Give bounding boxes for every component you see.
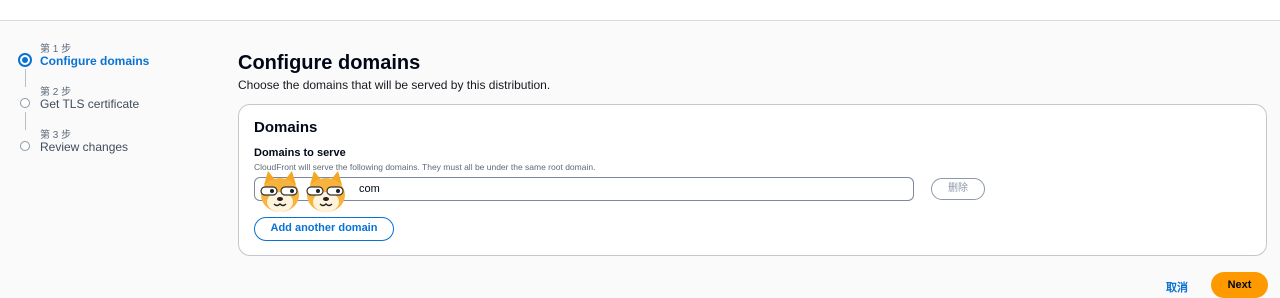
dog-emoji-icon <box>306 171 345 212</box>
page-description: Choose the domains that will be served b… <box>238 78 551 92</box>
dog-emoji-icon <box>260 171 299 212</box>
step-title: Review changes <box>40 140 129 154</box>
domains-field-label: Domains to serve <box>254 147 346 159</box>
step-number: 第 2 步 <box>40 87 72 98</box>
add-domain-button[interactable]: Add another domain <box>254 217 394 241</box>
top-bar <box>0 0 1280 21</box>
page-title: Configure domains <box>238 52 421 74</box>
step-number: 第 3 步 <box>40 130 72 141</box>
wizard-steps: 第 1 步 Configure domains 第 2 步 Get TLS ce… <box>18 40 218 169</box>
step-1[interactable]: 第 1 步 Configure domains <box>18 40 218 87</box>
step-title[interactable]: Configure domains <box>40 54 149 68</box>
step-2: 第 2 步 Get TLS certificate <box>18 83 218 130</box>
remove-domain-button[interactable]: 删除 <box>931 178 985 200</box>
step-number: 第 1 步 <box>40 44 72 55</box>
domains-card: Domains Domains to serve CloudFront will… <box>238 104 1267 256</box>
step-3: 第 3 步 Review changes <box>18 126 218 169</box>
domain-input[interactable]: com <box>254 177 914 201</box>
card-title: Domains <box>254 119 318 136</box>
cancel-button[interactable]: 取消 <box>1166 279 1188 295</box>
step-active-indicator-icon <box>18 53 32 67</box>
domain-input-value: com <box>359 183 380 195</box>
step-title: Get TLS certificate <box>40 97 140 111</box>
next-button[interactable]: Next <box>1211 272 1268 298</box>
step-indicator-icon <box>20 141 30 151</box>
step-indicator-icon <box>20 98 30 108</box>
